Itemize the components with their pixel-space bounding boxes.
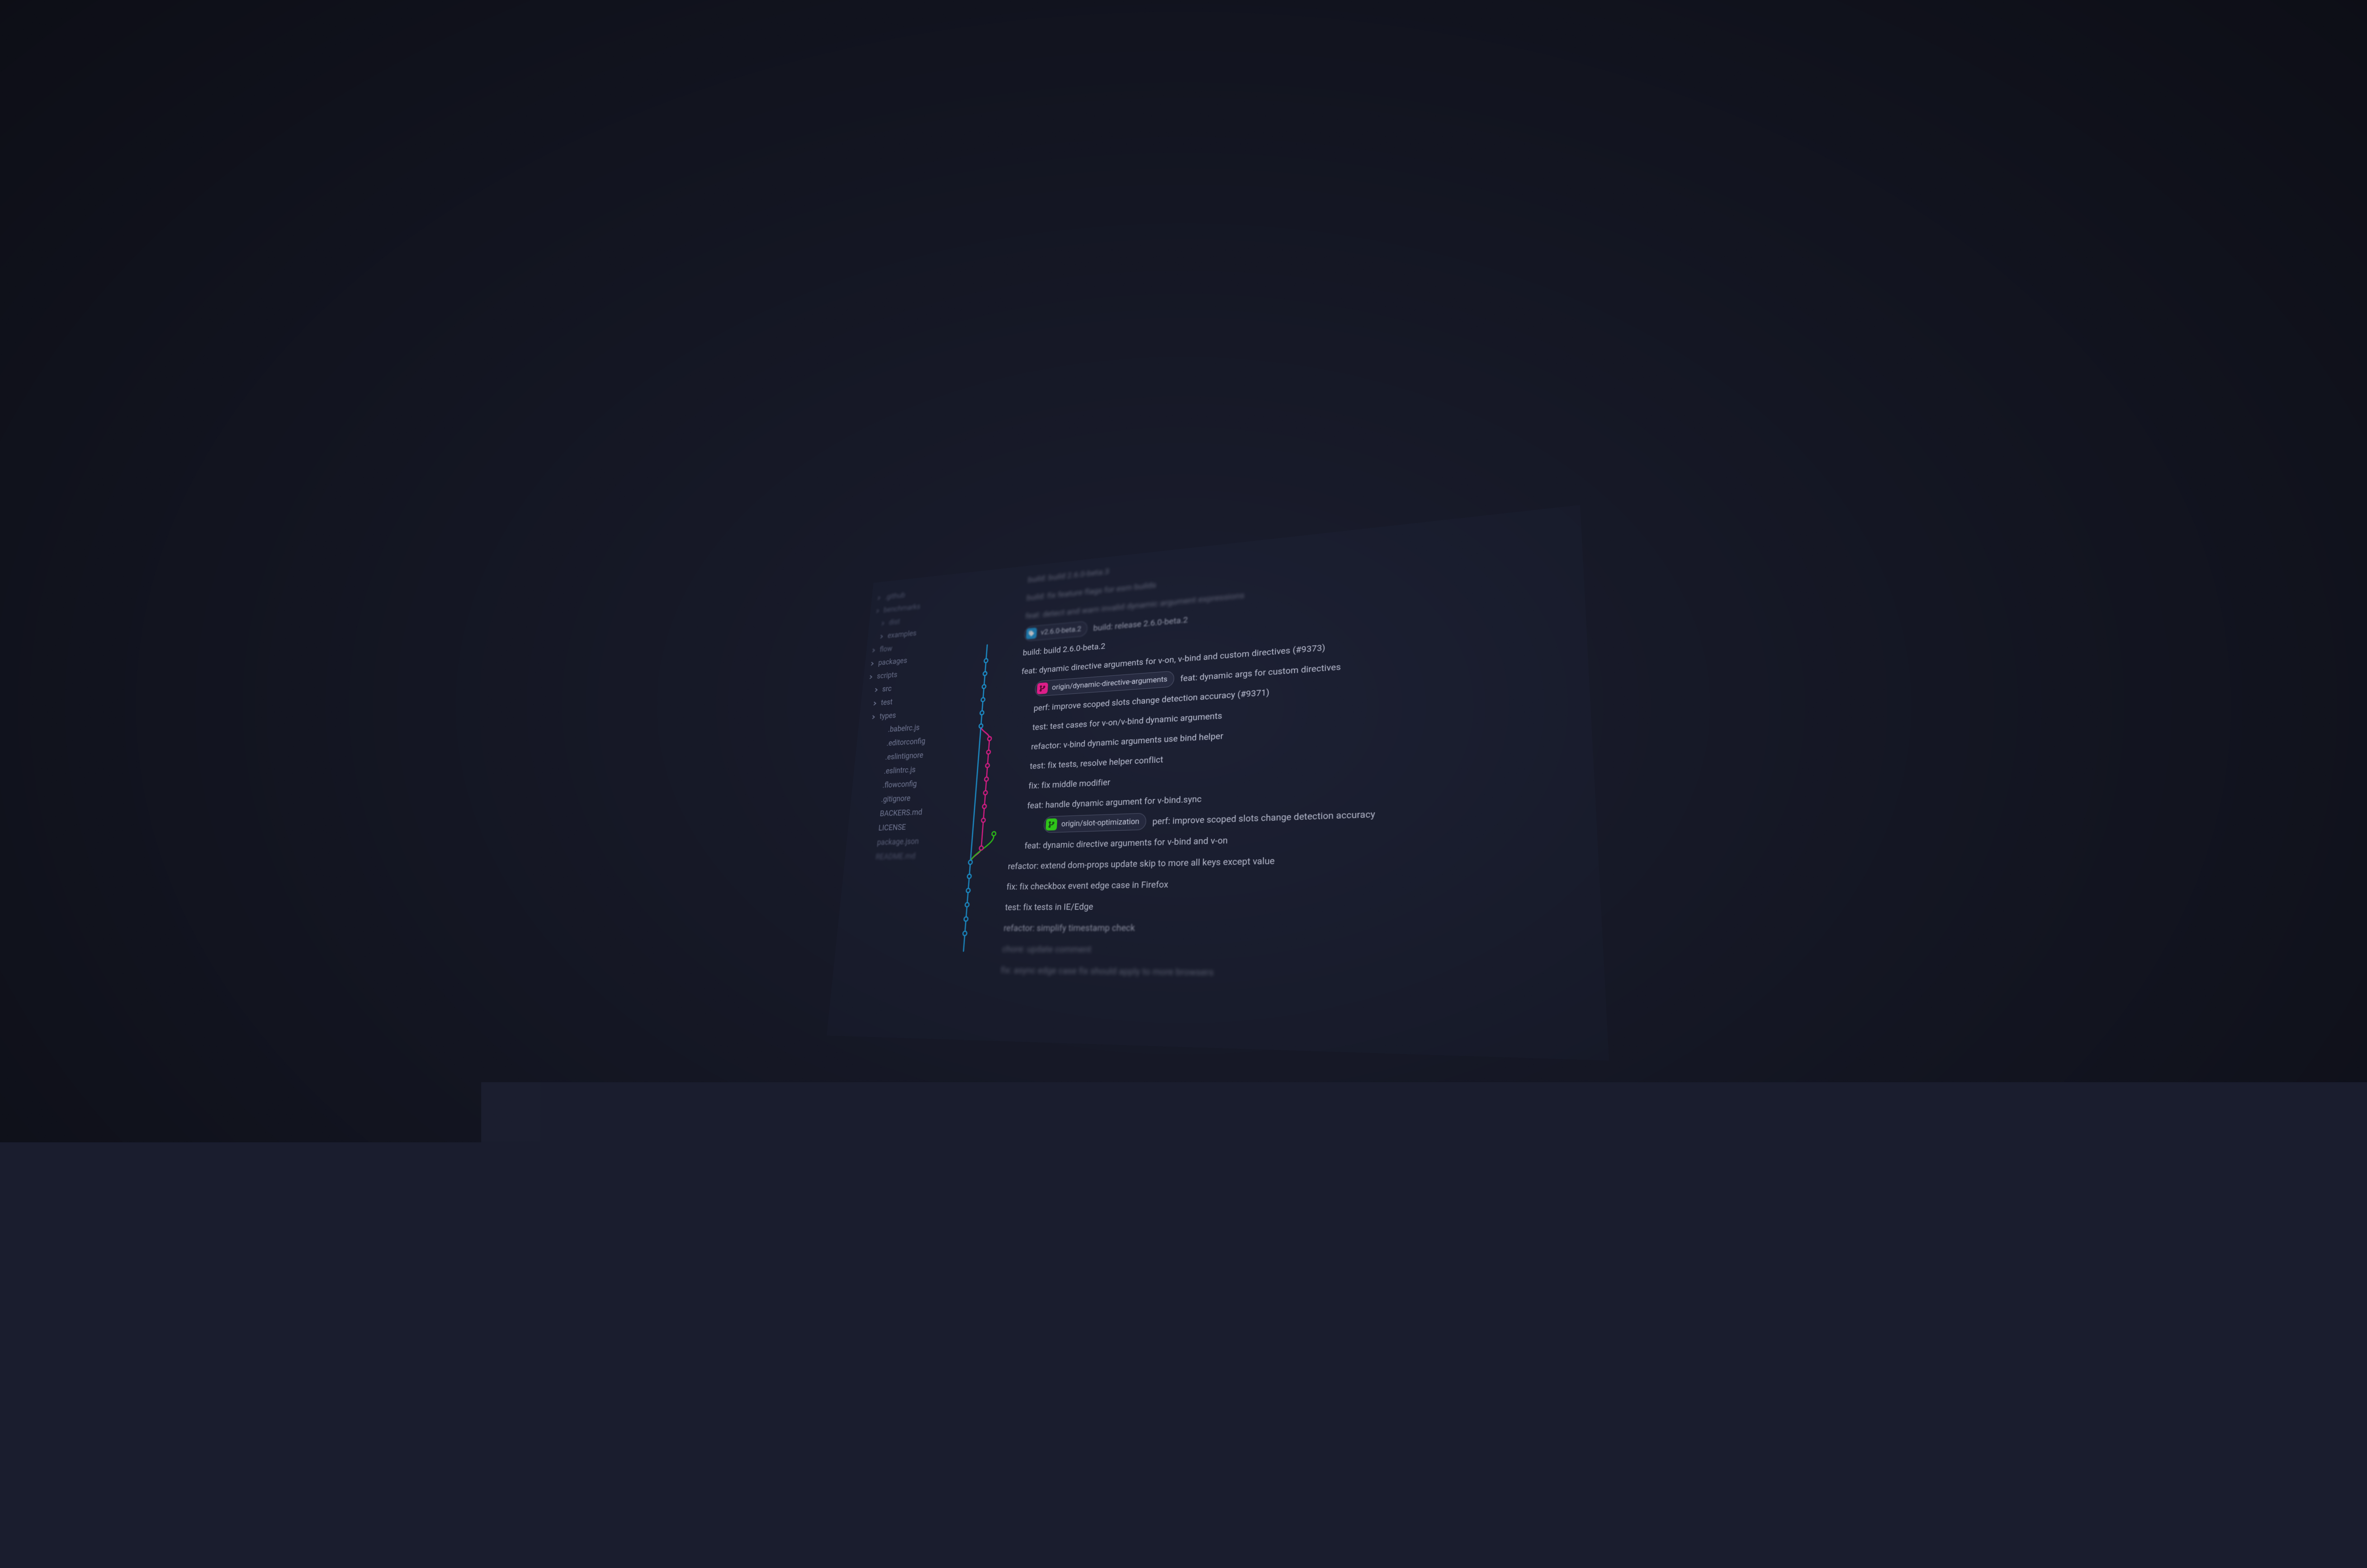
commit-message: build: build 2.6.0-beta.2 xyxy=(1023,640,1106,657)
commit-message: feat: dynamic directive arguments for v-… xyxy=(1024,834,1228,850)
chevron-right-icon xyxy=(879,634,884,639)
chevron-right-icon xyxy=(881,620,885,626)
chevron-right-icon xyxy=(869,674,873,679)
file-tree-label: benchmarks xyxy=(883,602,921,614)
commit-row[interactable]: fix: async edge case fix should apply to… xyxy=(937,958,1605,988)
chevron-right-icon xyxy=(875,608,880,613)
file-tree-label: LICENSE xyxy=(878,823,907,833)
git-branch-icon xyxy=(1037,682,1048,694)
commit-message: fix: fix middle modifier xyxy=(1028,776,1111,790)
file-tree-file[interactable]: package.json xyxy=(851,833,945,850)
git-history-panel[interactable]: build: build 2.6.0-beta.3build: fix feat… xyxy=(932,505,1609,1060)
chevron-right-icon xyxy=(870,661,875,666)
file-tree-label: .gitignore xyxy=(881,794,911,804)
file-tree-label: .eslintrc.js xyxy=(884,765,916,775)
file-tree-label: test xyxy=(881,698,893,707)
file-tree-label: README.md xyxy=(875,851,916,861)
branch-badge[interactable]: origin/slot-optimization xyxy=(1043,813,1147,833)
commit-message: refactor: extend dom-props update skip t… xyxy=(1008,855,1275,871)
file-tree-label: src xyxy=(882,684,892,693)
commit-message: fix: async edge case fix should apply to… xyxy=(1000,964,1214,978)
chevron-right-icon xyxy=(871,714,876,719)
commit-row[interactable]: refactor: simplify timestamp check xyxy=(940,914,1602,939)
chevron-right-icon xyxy=(872,647,876,653)
file-tree-label: flow xyxy=(879,644,892,654)
file-tree-label: BACKERS.md xyxy=(880,807,923,818)
file-tree-label: .github xyxy=(884,591,906,601)
badge-label: origin/dynamic-directive-arguments xyxy=(1052,674,1168,691)
tag-icon xyxy=(1026,627,1037,639)
file-tree-label: .flowconfig xyxy=(882,779,917,789)
badge-label: v2.6.0-beta.2 xyxy=(1041,625,1081,637)
file-tree-label: scripts xyxy=(877,670,898,681)
file-tree-label: types xyxy=(879,711,896,721)
chevron-right-icon xyxy=(877,595,881,600)
commit-message: chore: update comment xyxy=(1002,943,1092,954)
commit-message: feat: handle dynamic argument for v-bind… xyxy=(1027,793,1202,810)
file-tree-label: dist xyxy=(889,617,900,627)
file-tree-file[interactable]: README.md xyxy=(850,848,943,865)
git-branch-icon xyxy=(1046,818,1058,830)
commit-message: perf: improve scoped slots change detect… xyxy=(1152,808,1375,826)
file-tree-label: package.json xyxy=(877,836,919,847)
file-tree-label: .editorconfig xyxy=(886,736,925,748)
file-tree-label: .babelrc.js xyxy=(888,723,920,734)
commit-message: test: fix tests, resolve helper conflict xyxy=(1030,753,1164,771)
file-tree-label: packages xyxy=(878,656,908,667)
commit-message: refactor: simplify timestamp check xyxy=(1003,921,1135,933)
app-window: .githubbenchmarks dist examples flow package… xyxy=(827,505,1609,1060)
commit-message: fix: fix checkbox event edge case in Fir… xyxy=(1006,878,1169,892)
commit-message: test: fix tests in IE/Edge xyxy=(1005,901,1093,912)
chevron-right-icon xyxy=(872,700,878,706)
file-tree-label: .eslintignore xyxy=(885,751,924,762)
chevron-right-icon xyxy=(874,687,879,692)
file-tree-label: examples xyxy=(887,629,917,640)
badge-label: origin/slot-optimization xyxy=(1061,816,1139,828)
